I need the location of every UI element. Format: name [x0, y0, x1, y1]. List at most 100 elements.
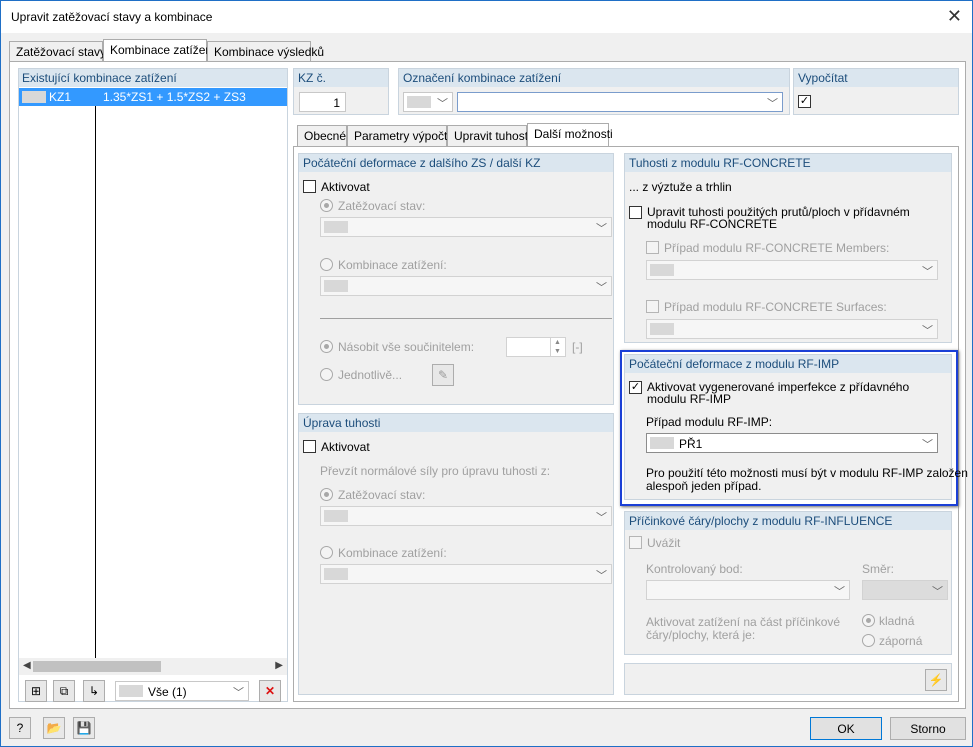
stiff-load-case-label: Zatěžovací stav:: [338, 488, 426, 502]
rf-concrete-members-checkbox[interactable]: [646, 241, 659, 254]
tab-general[interactable]: Obecné: [297, 125, 347, 146]
initial-deformation-group: Počáteční deformace z dalšího ZS / další…: [298, 153, 614, 405]
combo-list-panel: Existující kombinace zatížení KZ1 1.35*Z…: [18, 68, 288, 702]
stiffness-modification-header: Úprava tuhosti: [299, 414, 613, 432]
rf-concrete-surfaces-select[interactable]: ﹀: [646, 319, 938, 339]
positive-label: kladná: [879, 614, 915, 628]
rf-concrete-group: Tuhosti z modulu RF-CONCRETE ... z výztu…: [624, 153, 952, 343]
direction-select[interactable]: ﹀: [862, 580, 948, 600]
close-icon[interactable]: ✕: [947, 6, 962, 27]
renumber-icon[interactable]: ↳: [83, 680, 105, 702]
tab-calc-params[interactable]: Parametry výpočtu: [347, 125, 454, 146]
check-point-select[interactable]: ﹀: [646, 580, 850, 600]
rf-concrete-members-select[interactable]: ﹀: [646, 260, 938, 280]
stiff-load-combo-radio[interactable]: [320, 546, 333, 559]
tab-load-cases[interactable]: Zatěžovací stavy: [9, 41, 106, 62]
more-options-panel: Počáteční deformace z dalšího ZS / další…: [293, 146, 968, 702]
activate-load-label-2: čáry/plochy, která je:: [646, 628, 756, 642]
rf-imp-case-select[interactable]: PŘ1 ﹀: [646, 433, 938, 453]
stiff-load-combo-select[interactable]: ﹀: [320, 564, 612, 584]
horizontal-scrollbar[interactable]: ◀ ▶: [19, 658, 287, 675]
tab-modify-stiffness[interactable]: Upravit tuhosti: [447, 125, 531, 146]
title-bar: Upravit zatěžovací stavy a kombinace ✕: [1, 1, 972, 33]
rf-concrete-adjust-checkbox[interactable]: [629, 206, 642, 219]
rf-imp-group: Počáteční deformace z modulu RF-IMP ✓ Ak…: [624, 354, 968, 500]
rf-concrete-surfaces-checkbox[interactable]: [646, 300, 659, 313]
calculate-checkbox[interactable]: ✓: [798, 95, 811, 108]
rf-imp-note: Pro použití této možnosti musí být v mod…: [646, 466, 968, 480]
individually-radio[interactable]: [320, 368, 333, 381]
dialog-title: Upravit zatěžovací stavy a kombinace: [11, 10, 213, 24]
stiff-load-case-radio[interactable]: [320, 488, 333, 501]
rf-influence-consider-checkbox[interactable]: [629, 536, 642, 549]
rf-imp-note-2: alespoň jeden případ.: [646, 479, 762, 493]
rf-influence-group: Příčinkové čáry/plochy z modulu RF-INFLU…: [624, 511, 952, 655]
designation-input[interactable]: ﹀: [457, 92, 783, 112]
check-point-label: Kontrolovaný bod:: [646, 562, 743, 576]
divider: [320, 318, 612, 319]
rf-imp-case-label: Případ modulu RF-IMP:: [646, 415, 773, 429]
take-normal-forces-label: Převzít normálové síly pro úpravu tuhost…: [320, 464, 551, 478]
tab-load-combinations[interactable]: Kombinace zatížení: [103, 39, 215, 63]
rf-concrete-surfaces-label: Případ modulu RF-CONCRETE Surfaces:: [664, 300, 887, 314]
initial-deformation-header: Počáteční deformace z dalšího ZS / další…: [299, 154, 613, 172]
column-divider: [95, 106, 96, 658]
init-def-load-combo-select[interactable]: ﹀: [320, 276, 612, 296]
designation-group: Označení kombinace zatížení ﹀ ﹀: [398, 68, 790, 115]
designation-label: Označení kombinace zatížení: [399, 69, 789, 87]
init-def-activate-label: Aktivovat: [321, 180, 370, 194]
edit-factors-icon[interactable]: ✎: [432, 364, 454, 386]
rf-concrete-members-label: Případ modulu RF-CONCRETE Members:: [664, 241, 890, 255]
individually-label: Jednotlivě...: [338, 368, 403, 382]
init-def-load-case-radio[interactable]: [320, 199, 333, 212]
negative-radio[interactable]: [862, 634, 875, 647]
kz-number-field[interactable]: 1: [299, 92, 346, 112]
rf-concrete-header: Tuhosti z modulu RF-CONCRETE: [625, 154, 951, 172]
kz-number-label: KZ č.: [294, 69, 388, 87]
stiffness-modification-group: Úprava tuhosti Aktivovat Převzít normálo…: [298, 413, 614, 695]
generate-icon[interactable]: ⚡: [925, 669, 947, 691]
direction-label: Směr:: [862, 562, 895, 576]
init-def-load-combo-radio[interactable]: [320, 258, 333, 271]
rf-imp-activate-checkbox[interactable]: ✓: [629, 381, 642, 394]
init-def-load-combo-label: Kombinace zatížení:: [338, 258, 447, 272]
rf-imp-activate-label-2: modulu RF-IMP: [647, 392, 732, 406]
designation-color-select[interactable]: ﹀: [403, 92, 453, 112]
bottom-tools-group: ⚡: [624, 663, 952, 695]
help-icon[interactable]: ?: [9, 717, 31, 739]
negative-label: záporná: [879, 634, 923, 648]
activate-load-label: Aktivovat zatížení na část příčinkové: [646, 615, 841, 629]
combo-list-header: Existující kombinace zatížení: [19, 69, 287, 87]
calculate-label: Vypočítat: [794, 69, 958, 87]
rf-concrete-subheader: ... z výztuže a trhlin: [629, 180, 732, 194]
combo-id: KZ1: [49, 90, 72, 104]
new-combination-icon[interactable]: ⊞: [25, 680, 47, 702]
init-def-load-case-select[interactable]: ﹀: [320, 217, 612, 237]
save-icon[interactable]: 💾: [73, 717, 95, 739]
ok-button[interactable]: OK: [810, 717, 882, 740]
rf-imp-header: Počáteční deformace z modulu RF-IMP: [625, 355, 951, 373]
table-row[interactable]: KZ1 1.35*ZS1 + 1.5*ZS2 + ZS3: [19, 88, 287, 106]
rf-concrete-adjust-label-2: modulu RF-CONCRETE: [647, 217, 778, 231]
kz-number-group: KZ č. 1: [293, 68, 389, 115]
combo-formula: 1.35*ZS1 + 1.5*ZS2 + ZS3: [103, 90, 246, 104]
positive-radio[interactable]: [862, 614, 875, 627]
rf-influence-header: Příčinkové čáry/plochy z modulu RF-INFLU…: [625, 512, 951, 530]
tab-result-combinations[interactable]: Kombinace výsledků: [207, 41, 324, 62]
stiff-load-case-select[interactable]: ﹀: [320, 506, 612, 526]
copy-combination-icon[interactable]: ⧉: [53, 680, 75, 702]
multiply-all-radio[interactable]: [320, 340, 333, 353]
init-def-activate-checkbox[interactable]: [303, 180, 316, 193]
factor-spinner[interactable]: ▲ ▼: [506, 337, 566, 357]
cancel-button[interactable]: Storno: [890, 717, 966, 740]
stiff-activate-label: Aktivovat: [321, 440, 370, 454]
delete-icon[interactable]: ✕: [259, 680, 281, 702]
tab-more-options[interactable]: Další možnosti: [527, 123, 613, 147]
filter-select[interactable]: Vše (1) ﹀: [115, 681, 249, 701]
calculate-group: Vypočítat ✓: [793, 68, 959, 115]
open-icon[interactable]: 📂: [43, 717, 65, 739]
factor-unit: [-]: [572, 340, 583, 354]
multiply-all-label: Násobit vše součinitelem:: [338, 340, 475, 354]
dialog-window: Upravit zatěžovací stavy a kombinace ✕ Z…: [0, 0, 973, 747]
stiff-activate-checkbox[interactable]: [303, 440, 316, 453]
